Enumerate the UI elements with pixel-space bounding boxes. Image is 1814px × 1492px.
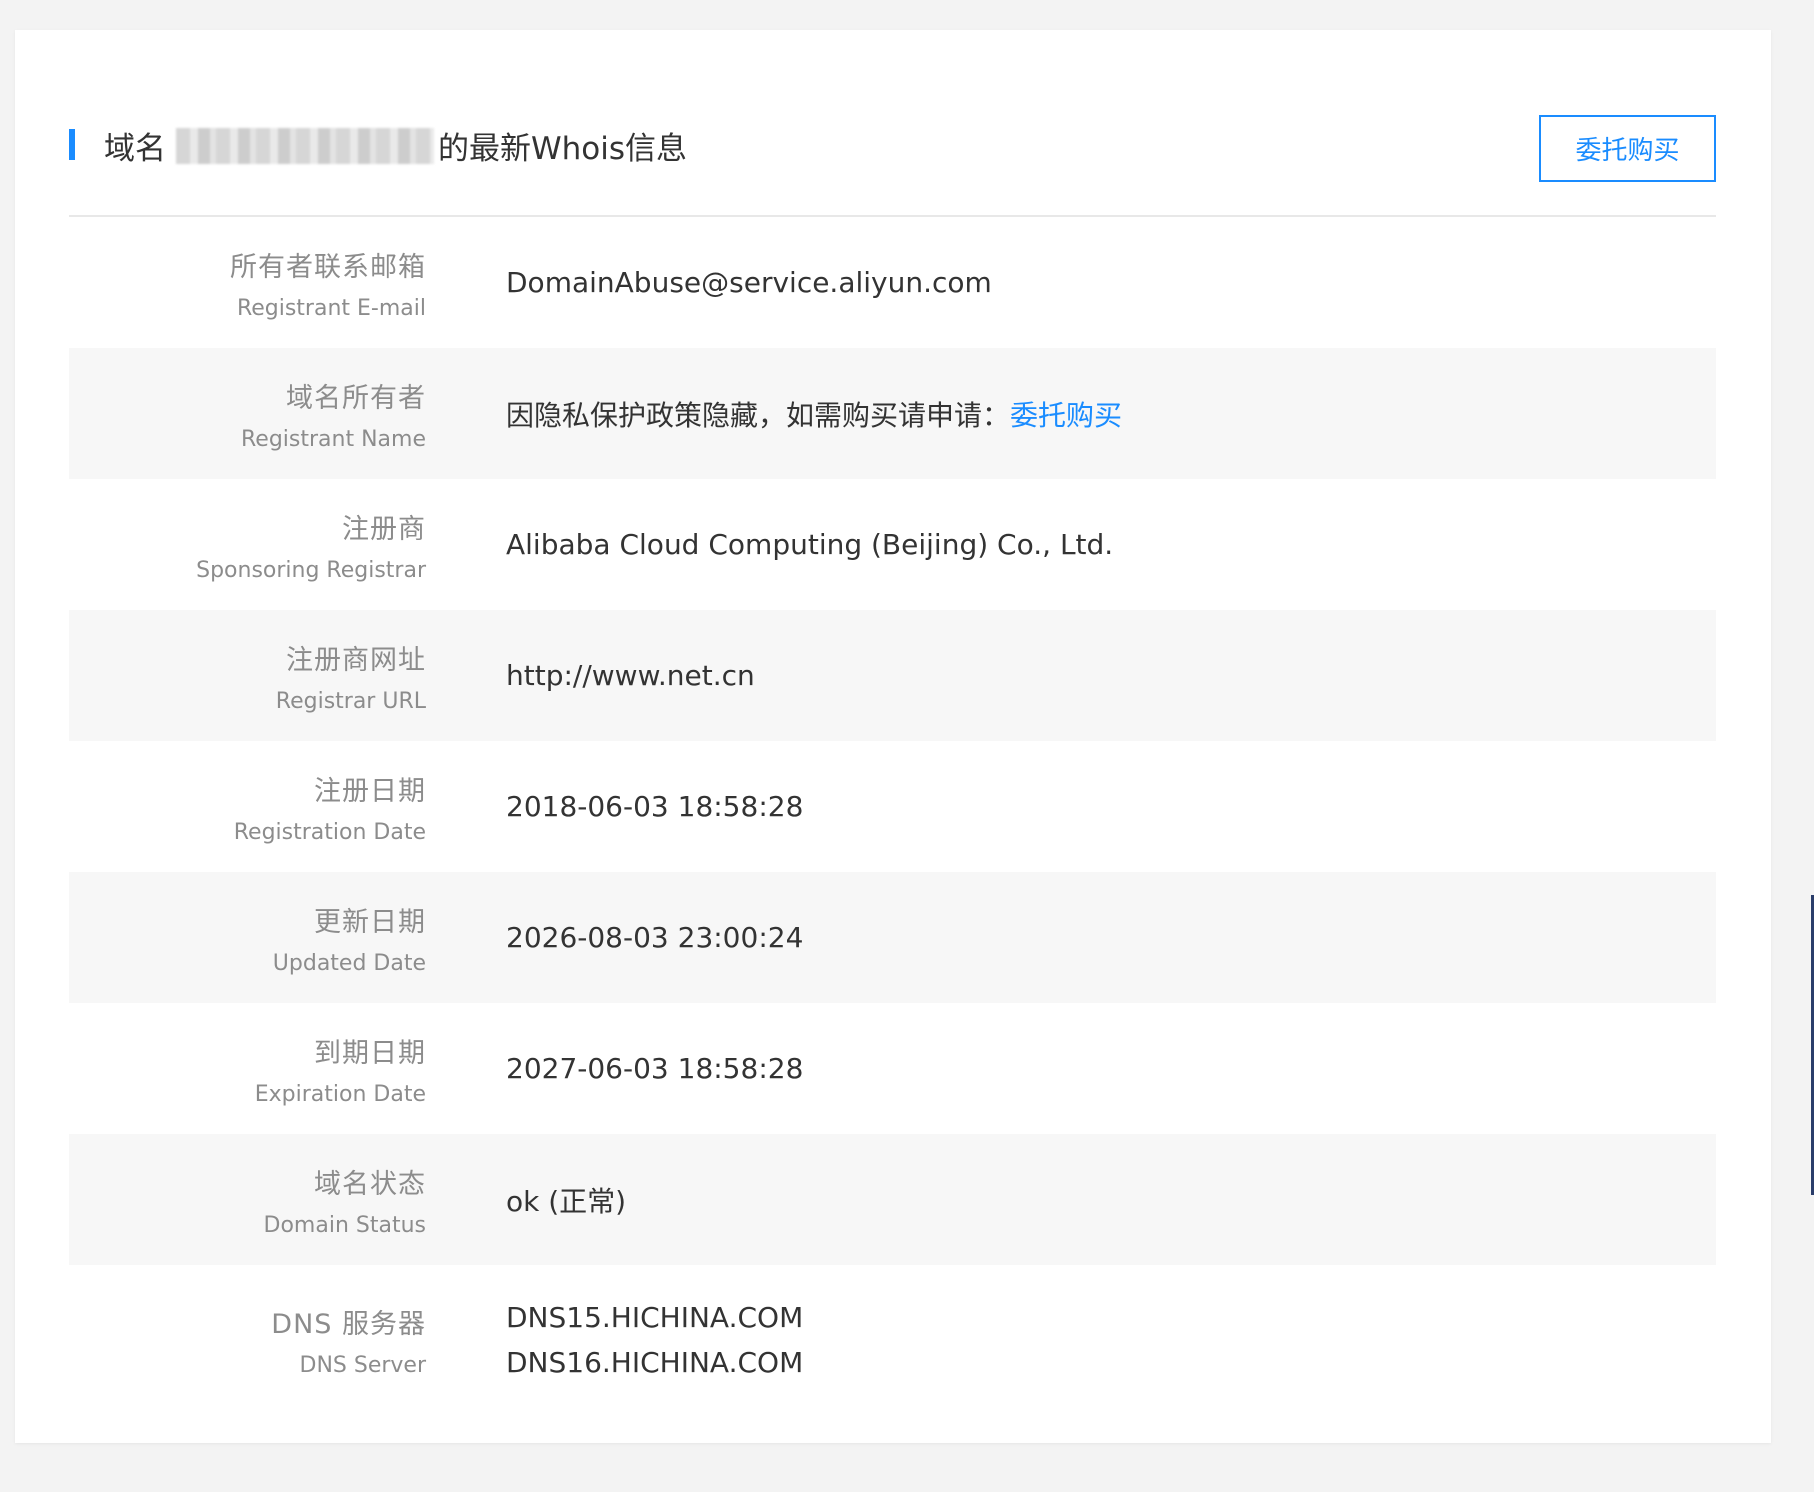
label-en: DNS Server: [299, 1353, 427, 1378]
label-en: Registrant Name: [241, 426, 426, 452]
label-en: Sponsoring Registrar: [196, 557, 426, 583]
label-cn: 注册商网址: [286, 644, 426, 676]
label-en: Domain Status: [263, 1212, 426, 1238]
domain-status-value: ok (正常): [506, 1184, 627, 1218]
registrar-url-value: http://www.net.cn: [506, 659, 755, 692]
row-label: 更新日期 Updated Date: [273, 872, 426, 1003]
row-value: 2027-06-03 18:58:28: [506, 1003, 803, 1134]
label-en: Expiration Date: [254, 1081, 426, 1107]
label-cn: DNS 服务器: [271, 1309, 426, 1340]
row-value: http://www.net.cn: [506, 610, 755, 741]
label-cn: 域名状态: [314, 1168, 426, 1200]
label-cn: 更新日期: [314, 906, 426, 938]
label-en: Registrant E-mail: [236, 295, 426, 321]
registrant-name-value: 因隐私保护政策隐藏，如需购买请申请：: [506, 398, 1011, 432]
label-cn: 注册商: [342, 513, 426, 545]
sponsoring-registrar-value: Alibaba Cloud Computing (Beijing) Co., L…: [506, 528, 1114, 561]
page-title: 域名 的最新Whois信息: [104, 123, 687, 168]
label-en: Registration Date: [233, 819, 426, 845]
row-label: 所有者联系邮箱 Registrant E-mail: [230, 217, 426, 348]
row-expiration-date: 到期日期 Expiration Date 2027-06-03 18:58:28: [69, 1003, 1716, 1134]
row-value: 2018-06-03 18:58:28: [506, 741, 803, 872]
row-label: 注册商 Sponsoring Registrar: [196, 479, 426, 610]
row-label: 到期日期 Expiration Date: [255, 1003, 426, 1134]
label-cn: 所有者联系邮箱: [230, 251, 426, 283]
dns-server-value: DNS15.HICHINA.COM: [506, 1301, 804, 1334]
card-header: 域名 的最新Whois信息 委托购买: [69, 85, 1716, 217]
row-registrant-name: 域名所有者 Registrant Name 因隐私保护政策隐藏，如需购买请申请：…: [69, 348, 1716, 479]
title-suffix: 的最新Whois信息: [438, 131, 688, 167]
row-registrar-url: 注册商网址 Registrar URL http://www.net.cn: [69, 610, 1716, 741]
row-registration-date: 注册日期 Registration Date 2018-06-03 18:58:…: [69, 741, 1716, 872]
registrant-email-value: DomainAbuse@service.aliyun.com: [506, 266, 992, 299]
label-cn: 注册日期: [314, 775, 426, 807]
title-accent-bar: [69, 129, 75, 160]
row-domain-status: 域名状态 Domain Status ok (正常): [69, 1134, 1716, 1265]
whois-card: 域名 的最新Whois信息 委托购买 所有者联系邮箱 Registrant E-…: [15, 30, 1771, 1443]
dns-server-value: DNS16.HICHINA.COM: [506, 1346, 804, 1379]
row-label: 域名所有者 Registrant Name: [241, 348, 426, 479]
row-registrant-email: 所有者联系邮箱 Registrant E-mail DomainAbuse@se…: [69, 217, 1716, 348]
whois-table: 所有者联系邮箱 Registrant E-mail DomainAbuse@se…: [69, 217, 1716, 1415]
row-value: 2026-08-03 23:00:24: [506, 872, 803, 1003]
row-label: 注册商网址 Registrar URL: [276, 610, 426, 741]
row-value: 因隐私保护政策隐藏，如需购买请申请：委托购买: [506, 348, 1122, 479]
label-en: Registrar URL: [275, 688, 426, 714]
entrust-purchase-button[interactable]: 委托购买: [1539, 115, 1716, 182]
entrust-purchase-link[interactable]: 委托购买: [1010, 399, 1122, 432]
title-prefix: 域名: [104, 131, 166, 167]
label-cn: 域名所有者: [286, 382, 426, 414]
expiration-date-value: 2027-06-03 18:58:28: [506, 1052, 804, 1085]
row-updated-date: 更新日期 Updated Date 2026-08-03 23:00:24: [69, 872, 1716, 1003]
row-label: 域名状态 Domain Status: [264, 1134, 426, 1265]
row-sponsoring-registrar: 注册商 Sponsoring Registrar Alibaba Cloud C…: [69, 479, 1716, 610]
row-value: Alibaba Cloud Computing (Beijing) Co., L…: [506, 479, 1113, 610]
registration-date-value: 2018-06-03 18:58:28: [506, 790, 804, 823]
row-value: DomainAbuse@service.aliyun.com: [506, 217, 992, 348]
row-label: 注册日期 Registration Date: [234, 741, 426, 872]
updated-date-value: 2026-08-03 23:00:24: [506, 921, 804, 954]
row-value: ok (正常): [506, 1134, 626, 1265]
row-label: DNS 服务器 DNS Server: [271, 1265, 426, 1415]
row-dns-server: DNS 服务器 DNS Server DNS15.HICHINA.COM DNS…: [69, 1265, 1716, 1415]
redacted-domain-name: [176, 127, 434, 164]
row-value: DNS15.HICHINA.COM DNS16.HICHINA.COM: [506, 1265, 803, 1415]
label-cn: 到期日期: [314, 1037, 426, 1069]
label-en: Updated Date: [272, 950, 426, 976]
